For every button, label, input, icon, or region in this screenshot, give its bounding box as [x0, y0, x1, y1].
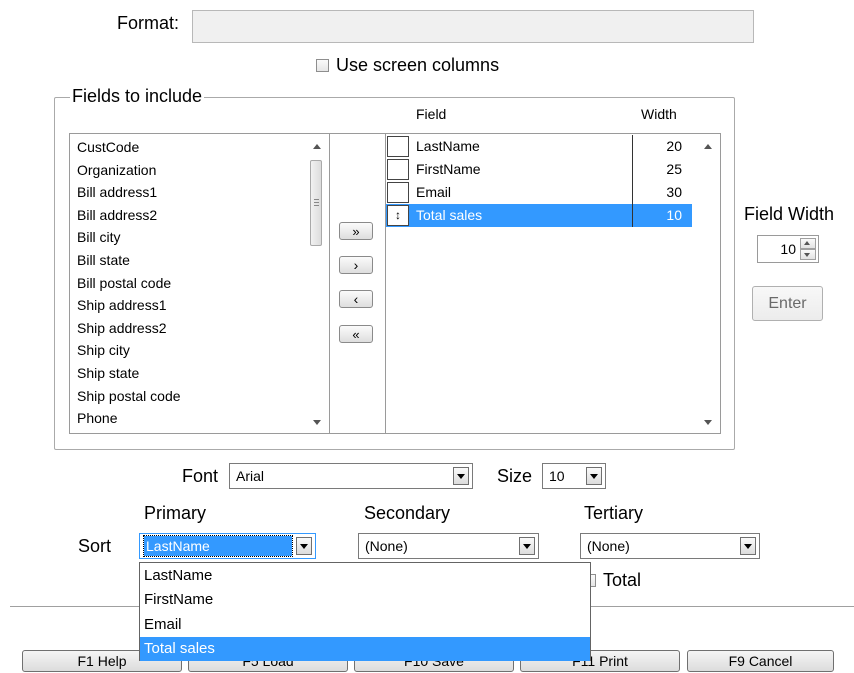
selected-field-row[interactable]: FirstName 25 [386, 158, 692, 181]
selected-field-row[interactable]: LastName 20 [386, 135, 692, 158]
available-field-item[interactable]: Organization [77, 159, 156, 181]
selected-field-name: LastName [416, 138, 480, 154]
available-fields-list[interactable]: CustCode Organization Bill address1 Bill ad… [69, 133, 330, 434]
sort-primary-select[interactable]: LastName [139, 533, 316, 559]
sort-option[interactable]: FirstName [140, 588, 590, 612]
selected-field-row[interactable]: ↕ Total sales 10 [386, 204, 692, 227]
selected-field-width: 20 [632, 135, 692, 158]
available-field-item[interactable]: CustCode [77, 136, 139, 158]
selected-field-row[interactable]: Email 30 [386, 181, 692, 204]
selected-field-name: FirstName [416, 161, 481, 177]
available-field-item[interactable]: Ship city [77, 339, 130, 361]
sort-option[interactable]: LastName [140, 564, 590, 588]
sort-secondary-select[interactable]: (None) [358, 533, 539, 559]
selected-field-width: 25 [632, 158, 692, 181]
field-width-value: 10 [780, 241, 796, 257]
chevron-down-icon [523, 544, 531, 549]
use-screen-columns-checkbox[interactable] [316, 59, 329, 72]
available-field-item[interactable]: Ship postal code [77, 385, 181, 407]
remove-one-button[interactable]: ‹ [339, 290, 373, 308]
grid-header-field: Field [416, 106, 447, 122]
selected-field-width: 30 [632, 181, 692, 204]
enter-button[interactable]: Enter [752, 286, 823, 321]
sort-primary-dropdown-button[interactable] [296, 537, 312, 555]
font-label: Font [182, 466, 219, 486]
sort-label: Sort [78, 536, 112, 556]
size-select-value: 10 [549, 468, 565, 484]
spinner-down-button[interactable] [800, 249, 816, 260]
field-width-spinner[interactable]: 10 [757, 235, 819, 263]
double-right-icon: » [352, 223, 360, 239]
row-selector[interactable] [387, 136, 409, 157]
available-field-item[interactable]: Phone [77, 407, 117, 429]
selected-field-name: Email [416, 184, 452, 200]
left-arrow-icon: ‹ [353, 291, 359, 307]
sort-primary-dropdown-list[interactable]: LastName FirstName Email Total sales [139, 562, 591, 661]
size-dropdown-button[interactable] [586, 467, 602, 485]
sort-tertiary-value: (None) [587, 538, 630, 554]
move-buttons-panel [330, 133, 385, 434]
selected-field-width: 10 [632, 204, 692, 227]
spinner-up-button[interactable] [800, 238, 816, 249]
spinner-down-icon [804, 253, 810, 257]
field-width-label: Field Width [744, 204, 835, 224]
grid-scroll-down-icon[interactable] [704, 420, 712, 425]
selected-field-name: Total sales [416, 207, 483, 223]
fields-group-title: Fields to include [70, 86, 205, 107]
sort-tertiary-label: Tertiary [584, 503, 644, 523]
spinner-up-icon [804, 241, 810, 245]
double-left-icon: « [352, 326, 360, 342]
available-field-item[interactable]: Ship state [77, 362, 139, 384]
sort-tertiary-dropdown-button[interactable] [740, 537, 756, 555]
grid-header-width: Width [641, 106, 677, 122]
add-one-button[interactable]: › [339, 256, 373, 274]
scroll-up-icon[interactable] [313, 144, 321, 149]
remove-all-button[interactable]: « [339, 325, 373, 343]
sort-option[interactable]: Total sales [140, 636, 590, 661]
available-field-item[interactable]: Ship address1 [77, 294, 167, 316]
chevron-down-icon [300, 544, 308, 549]
available-field-item[interactable]: Bill address2 [77, 204, 157, 226]
sort-secondary-label: Secondary [364, 503, 451, 523]
row-selector[interactable] [387, 182, 409, 203]
available-field-item[interactable]: Ship address2 [77, 317, 167, 339]
size-select[interactable]: 10 [542, 463, 606, 489]
available-field-item[interactable]: Bill state [77, 249, 130, 271]
sort-primary-value: LastName [143, 535, 293, 557]
chevron-down-icon [744, 544, 752, 549]
sort-tertiary-select[interactable]: (None) [580, 533, 760, 559]
selected-fields-scrollbar[interactable] [697, 134, 719, 433]
sort-primary-label: Primary [144, 503, 206, 523]
available-field-item[interactable]: Bill postal code [77, 272, 171, 294]
font-select-value: Arial [236, 468, 265, 484]
scroll-down-icon[interactable] [313, 420, 321, 425]
format-label: Format: [117, 13, 180, 33]
sort-secondary-value: (None) [365, 538, 408, 554]
available-field-item[interactable]: Bill address1 [77, 181, 157, 203]
sort-option[interactable]: Email [140, 613, 590, 637]
scroll-thumb[interactable] [310, 160, 322, 246]
use-screen-columns-label: Use screen columns [336, 55, 500, 75]
format-input[interactable] [192, 10, 754, 43]
available-field-item[interactable]: Bill city [77, 226, 121, 248]
size-label: Size [497, 466, 533, 486]
font-dropdown-button[interactable] [453, 467, 469, 485]
total-label: Total [603, 570, 642, 590]
chevron-down-icon [457, 474, 465, 479]
selected-fields-grid[interactable]: LastName 20 FirstName 25 Email 30 ↕ Total sales… [385, 133, 721, 434]
chevron-down-icon [590, 474, 598, 479]
sort-secondary-dropdown-button[interactable] [519, 537, 535, 555]
grid-scroll-up-icon[interactable] [704, 144, 712, 149]
add-all-button[interactable]: » [339, 222, 373, 240]
cancel-button[interactable]: F9 Cancel [687, 650, 834, 672]
row-selector[interactable] [387, 159, 409, 180]
right-arrow-icon: › [353, 257, 359, 273]
row-move-icon[interactable]: ↕ [387, 205, 409, 226]
font-select[interactable]: Arial [229, 463, 473, 489]
available-fields-scrollbar[interactable] [306, 134, 328, 433]
